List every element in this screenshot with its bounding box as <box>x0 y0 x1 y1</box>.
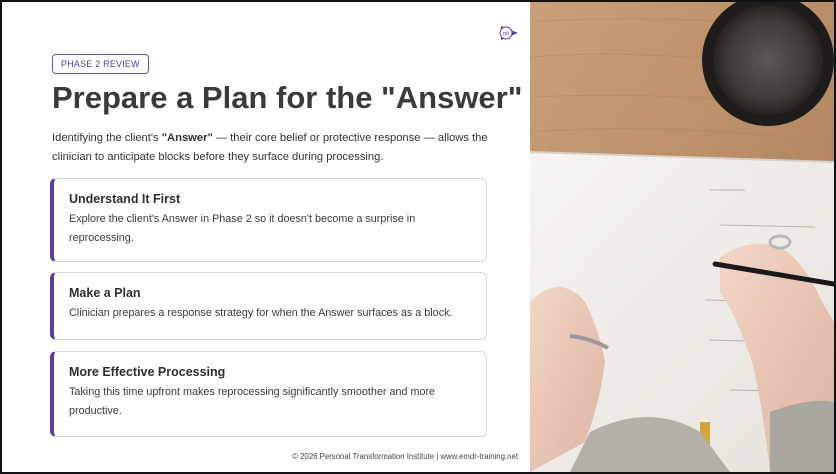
pti-logo-icon: pti <box>499 26 518 40</box>
intro-bold: "Answer" <box>161 132 213 144</box>
intro-paragraph: Identifying the client's "Answer" — thei… <box>52 129 502 167</box>
footer-copyright: © 2026 Personal Transformation Institute… <box>292 452 518 461</box>
card-title: Understand It First <box>69 192 181 206</box>
phase-badge: PHASE 2 REVIEW <box>52 54 149 74</box>
svg-text:pti: pti <box>503 31 509 37</box>
card-processing: More Effective Processing Taking this ti… <box>50 351 487 437</box>
card-understand: Understand It First Explore the client's… <box>50 178 487 262</box>
photo-panel <box>530 2 834 472</box>
card-body: Explore the client's Answer in Phase 2 s… <box>69 213 416 244</box>
card-body: Clinician prepares a response strategy f… <box>69 307 453 319</box>
page-title: Prepare a Plan for the "Answer" <box>52 80 523 115</box>
card-title: More Effective Processing <box>69 365 226 379</box>
card-title: Make a Plan <box>69 286 141 300</box>
writing-photo-image <box>530 2 834 472</box>
card-body: Taking this time upfront makes reprocess… <box>69 386 436 417</box>
intro-prefix: Identifying the client's <box>52 132 162 144</box>
card-plan: Make a Plan Clinician prepares a respons… <box>50 272 487 340</box>
content-panel: pti PHASE 2 REVIEW Prepare a Plan for th… <box>2 2 530 472</box>
slide-frame: pti PHASE 2 REVIEW Prepare a Plan for th… <box>0 0 836 474</box>
